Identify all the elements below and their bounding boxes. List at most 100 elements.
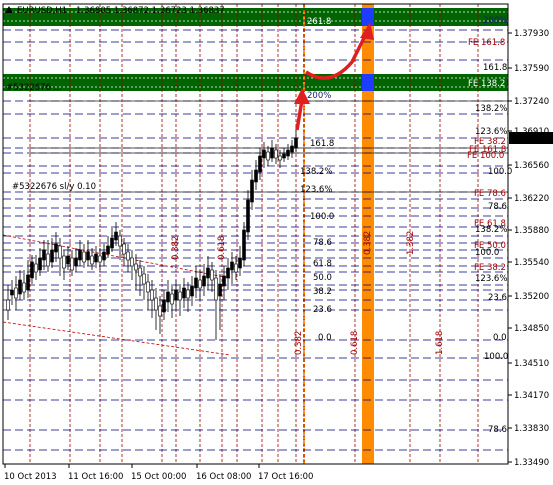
candle-body: [6, 299, 10, 311]
candle-body: [106, 245, 110, 255]
price-tick-label: 1.36560: [514, 161, 549, 171]
fib-level-label: 123.6%: [475, 127, 507, 137]
candle-body: [190, 285, 194, 297]
price-tick-label: 1.34170: [514, 391, 549, 401]
fib-level-label: 23.6: [313, 305, 332, 315]
price-tick-label: 1.35540: [514, 258, 549, 268]
symbol-label: EURUSD,H1: [17, 6, 67, 16]
candle-body: [10, 289, 14, 296]
candle-body: [34, 263, 38, 273]
price-tick-label: 1.37240: [514, 97, 549, 107]
candle-body: [162, 299, 166, 313]
candle-body: [198, 279, 202, 289]
candle-body: [62, 255, 66, 269]
price-tick-label: 1.37590: [514, 64, 549, 74]
time-fib-label: 1.382: [406, 231, 416, 255]
fib-level-label: 200%: [307, 91, 331, 101]
candle-body: [66, 255, 70, 265]
candle-body: [46, 253, 50, 267]
candle-body: [18, 279, 22, 295]
time-fib-label: 0.382: [363, 231, 373, 255]
candle-body: [254, 169, 258, 183]
candle-body: [214, 277, 218, 301]
candle-body: [98, 255, 102, 263]
candle-body: [206, 267, 210, 279]
candle-body: [166, 291, 170, 303]
candle-body: [230, 261, 234, 271]
candle-body: [146, 281, 150, 293]
candle-body: [26, 274, 30, 291]
time-fib-label: 1.618: [435, 331, 445, 355]
price-chart[interactable]: 261.8 200% FE 161.8 161.8 FE 138.2 200% 138.2%…: [0, 0, 553, 485]
fib-level-label: 100.0: [488, 167, 512, 177]
candle-body: [250, 179, 254, 203]
candle-body: [94, 253, 98, 263]
candle-body: [126, 251, 130, 261]
fib-level-label: 138.2%: [300, 167, 332, 177]
candle-body: [222, 275, 226, 287]
candle-body: [50, 249, 54, 263]
fib-level-label: 78.6: [313, 238, 332, 248]
ohlc-label: 1.36805 1.36872 1.36723 1.36837: [76, 6, 225, 16]
candle-body: [218, 283, 222, 297]
fib-level-label: 123.6%: [300, 185, 332, 195]
fib-level-label: 50.0: [313, 273, 332, 283]
price-tick-label: 1.37930: [514, 29, 549, 39]
candle-body: [110, 237, 114, 249]
candle-body: [186, 289, 190, 299]
candle-body: [142, 273, 146, 285]
price-tick-label: 1.33830: [514, 424, 549, 434]
fib-level-label: 161.8: [483, 63, 507, 73]
candle-body: [170, 293, 174, 305]
candle-body: [14, 287, 18, 299]
candle-body: [270, 147, 274, 159]
clipped-object-label: #5322676 ...: [6, 83, 62, 93]
fib-level-label: 200%: [483, 16, 507, 26]
candle-body: [30, 261, 34, 279]
candle-body: [286, 149, 290, 157]
fib-level-label: 23.6: [488, 293, 507, 303]
fib-level-label: FE 161.8: [468, 38, 505, 48]
time-fib-label: 0.618: [350, 331, 360, 355]
candle-body: [22, 282, 26, 293]
candle-body: [202, 275, 206, 287]
upper-blue-marker: [362, 8, 374, 26]
chart-window: 261.8 200% FE 161.8 161.8 FE 138.2 200% 138.2%…: [0, 0, 553, 485]
fib-level-label: 0.0: [493, 333, 507, 343]
candle-body: [54, 243, 58, 253]
candle-body: [74, 257, 78, 267]
candle-body: [154, 297, 158, 311]
candle-body: [242, 229, 246, 261]
candle-body: [290, 145, 294, 153]
candle-body: [82, 251, 86, 263]
fib-level-label: 138.2%: [475, 225, 507, 235]
time-tick-label: 10 Oct 2013: [4, 472, 57, 482]
time-fib-label: 0.382: [171, 236, 181, 260]
fib-level-label: 61.8: [313, 259, 332, 269]
lower-blue-marker: [362, 74, 374, 91]
candle-body: [210, 269, 214, 281]
price-tick-label: 1.33490: [514, 458, 549, 468]
candle-body: [174, 289, 178, 301]
candle-body: [118, 235, 122, 247]
fib-level-label: FE 78.6: [474, 189, 506, 199]
price-tick-label: 1.34510: [514, 359, 549, 369]
candle-body: [266, 151, 270, 161]
candle-body: [130, 257, 134, 267]
fib-level-label: 100.0: [475, 248, 499, 258]
candle-body: [90, 255, 94, 265]
fib-level-label: FE 138.2: [468, 79, 505, 89]
candle-body: [114, 231, 118, 241]
price-tick-label: 1.36220: [514, 194, 549, 204]
fib-level-label: 38.2: [313, 287, 332, 297]
lower-target-zone: [3, 74, 508, 91]
time-tick-label: 11 Oct 16:00: [68, 472, 123, 482]
fib-level-label: 78.6: [488, 202, 507, 212]
candle-body: [86, 251, 90, 261]
candle-body: [58, 245, 62, 259]
candle-body: [294, 137, 298, 149]
candle-body: [178, 291, 182, 301]
candle-body: [150, 289, 154, 301]
candle-body: [262, 149, 266, 159]
fib-level-label: 261.8: [307, 17, 331, 27]
